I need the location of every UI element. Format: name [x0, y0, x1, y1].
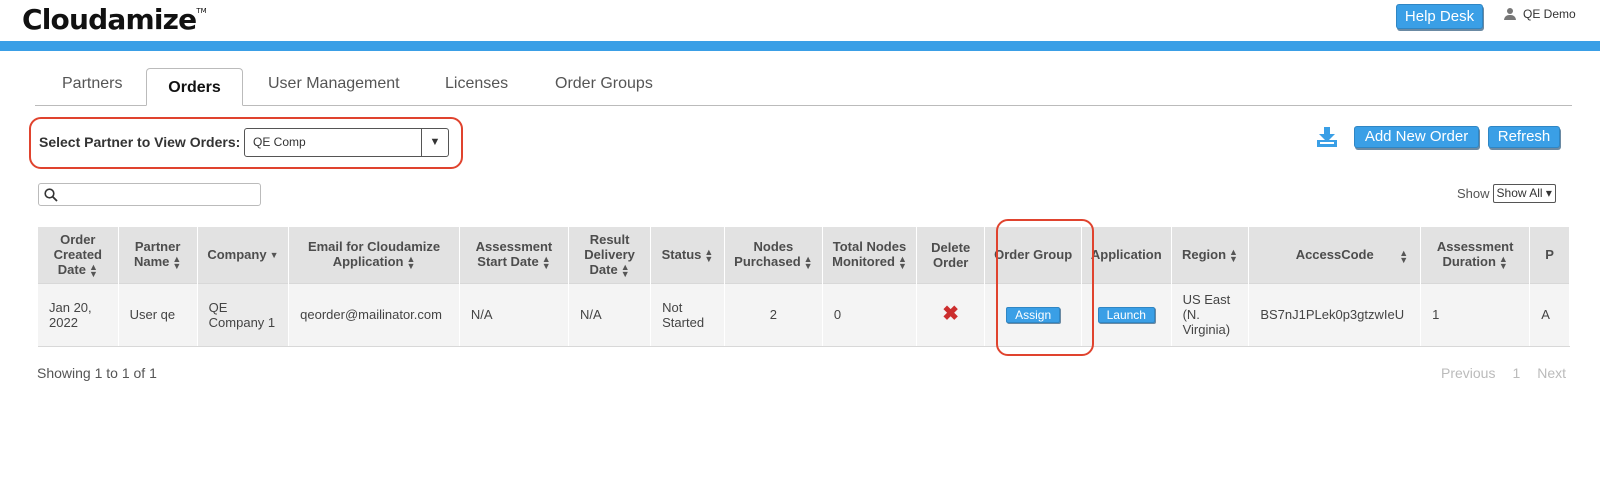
column-label: AccessCode [1295, 247, 1374, 263]
cell-company: QE Company 1 [197, 282, 290, 347]
chevron-down-icon[interactable]: ▼ [421, 129, 448, 156]
cell-application: Launch [1081, 282, 1172, 347]
sort-icon: ▲ ▼ [88, 261, 98, 279]
column-label: Status [661, 246, 702, 262]
cell-partner-name: User qe [118, 282, 198, 347]
col-order-created-date[interactable]: Order Created Date ▲ ▼ [38, 227, 119, 283]
delete-icon[interactable]: ✖ [942, 303, 959, 325]
column-label: Application [1090, 247, 1162, 263]
col-partner-name[interactable]: Partner Name ▲ ▼ [118, 227, 198, 283]
app-header: CloudamizeTM Help Desk QE Demo [0, 0, 1600, 41]
refresh-button[interactable]: Refresh [1488, 126, 1560, 148]
sort-icon: ▲ ▼ [1498, 254, 1508, 272]
user-icon [1504, 8, 1516, 20]
cell-access-code: BS7nJ1PLek0p3gtzwIeU [1248, 282, 1422, 347]
sort-icon: ▲ ▼ [1399, 248, 1409, 265]
sort-icon: ▲ ▼ [172, 254, 182, 272]
sort-icon: ▲ ▼ [1229, 246, 1238, 264]
sort-icon: ▲ ▼ [897, 254, 907, 272]
sort-icon: ▲ ▼ [406, 254, 416, 272]
col-assessment-duration[interactable]: Assessment Duration ▲ ▼ [1420, 227, 1531, 283]
cell-total-nodes-monitored: 0 [822, 282, 918, 347]
previous-page-button[interactable]: Previous [1441, 365, 1495, 381]
col-p[interactable]: P [1529, 227, 1570, 283]
page-length-value: Show All [1496, 186, 1543, 200]
partner-select-value: QE Comp [253, 135, 306, 149]
table-row: Jan 20, 2022 User qe QE Company 1 qeorde… [38, 282, 1570, 347]
search-input[interactable] [38, 183, 261, 206]
show-label: Show [1457, 186, 1490, 201]
table-info: Showing 1 to 1 of 1 [37, 365, 157, 381]
sort-icon: ▲ ▼ [803, 254, 813, 272]
table-header-row: Order Created Date ▲ ▼ Partner Name ▲ ▼ Comp… [38, 227, 1570, 283]
page-length-control: Show Show All ▾ [1457, 184, 1556, 203]
col-access-code[interactable]: AccessCode ▲ ▼ [1248, 227, 1422, 283]
add-new-order-button[interactable]: Add New Order [1354, 126, 1479, 148]
column-label: Delete Order [931, 239, 971, 270]
tab-orders[interactable]: Orders [146, 68, 243, 106]
column-label: Total Nodes Monitored [832, 239, 907, 270]
column-label: Region [1181, 246, 1227, 262]
cell-nodes-purchased: 2 [724, 282, 823, 347]
user-name: QE Demo [1523, 7, 1576, 21]
col-delete-order: Delete Order [916, 227, 986, 283]
logo-text: Cloudamize [22, 3, 197, 36]
cell-assessment-duration: 1 [1420, 282, 1531, 347]
tab-order-groups[interactable]: Order Groups [553, 68, 655, 105]
column-label: Company [207, 247, 267, 263]
page-number-button[interactable]: 1 [1512, 365, 1520, 381]
column-label: P [1545, 247, 1554, 263]
main-tabs: Partners Orders User Management Licenses… [35, 68, 1572, 106]
page-length-select[interactable]: Show All ▾ [1492, 184, 1556, 203]
col-status[interactable]: Status ▲ ▼ [650, 227, 725, 283]
sort-icon: ▲ ▼ [704, 246, 714, 264]
download-icon[interactable] [1317, 127, 1337, 147]
tab-user-management[interactable]: User Management [266, 68, 402, 105]
search-icon [44, 188, 58, 202]
sort-icon: ▲ ▼ [541, 254, 551, 272]
col-result-delivery-date[interactable]: Result Delivery Date ▲ ▼ [568, 227, 652, 283]
col-email[interactable]: Email for Cloudamize Application ▲ ▼ [288, 227, 460, 283]
cell-status: Not Started [650, 282, 725, 347]
tab-licenses[interactable]: Licenses [443, 68, 510, 105]
cell-email: qeorder@mailinator.com [288, 282, 460, 347]
sort-desc-icon: ▼ [269, 250, 279, 261]
tab-partners[interactable]: Partners [60, 68, 124, 105]
column-label: Email for Cloudamize Application [307, 239, 441, 270]
col-total-nodes-monitored[interactable]: Total Nodes Monitored ▲ ▼ [822, 227, 918, 283]
col-assessment-start-date[interactable]: Assessment Start Date ▲ ▼ [459, 227, 570, 283]
next-page-button[interactable]: Next [1537, 365, 1566, 381]
pagination: Previous 1 Next [1441, 365, 1566, 381]
help-desk-button[interactable]: Help Desk [1396, 4, 1483, 29]
orders-table: Order Created Date ▲ ▼ Partner Name ▲ ▼ Comp… [38, 227, 1570, 348]
col-company[interactable]: Company ▼ [197, 227, 290, 283]
cell-region: US East (N. Virginia) [1171, 282, 1250, 347]
logo-trademark: TM [196, 7, 207, 15]
column-label: Nodes Purchased [734, 239, 801, 270]
col-region[interactable]: Region ▲ ▼ [1171, 227, 1250, 283]
cell-assessment-start-date: N/A [459, 282, 570, 347]
cloudamize-logo[interactable]: CloudamizeTM [22, 3, 207, 36]
col-nodes-purchased[interactable]: Nodes Purchased ▲ ▼ [724, 227, 823, 283]
col-application: Application [1081, 227, 1172, 283]
partner-select[interactable]: QE Comp ▼ [244, 128, 449, 157]
cell-delete-order: ✖ [916, 282, 986, 347]
partner-filter-label: Select Partner to View Orders: [39, 134, 241, 150]
cell-p: A [1529, 282, 1570, 347]
order-group-highlight [996, 219, 1094, 356]
sort-icon: ▲ ▼ [620, 261, 630, 279]
cell-order-created-date: Jan 20, 2022 [38, 282, 119, 347]
header-accent-bar [0, 41, 1600, 51]
launch-button[interactable]: Launch [1097, 306, 1155, 323]
cell-result-delivery-date: N/A [568, 282, 652, 347]
user-menu[interactable]: QE Demo [1504, 7, 1576, 21]
